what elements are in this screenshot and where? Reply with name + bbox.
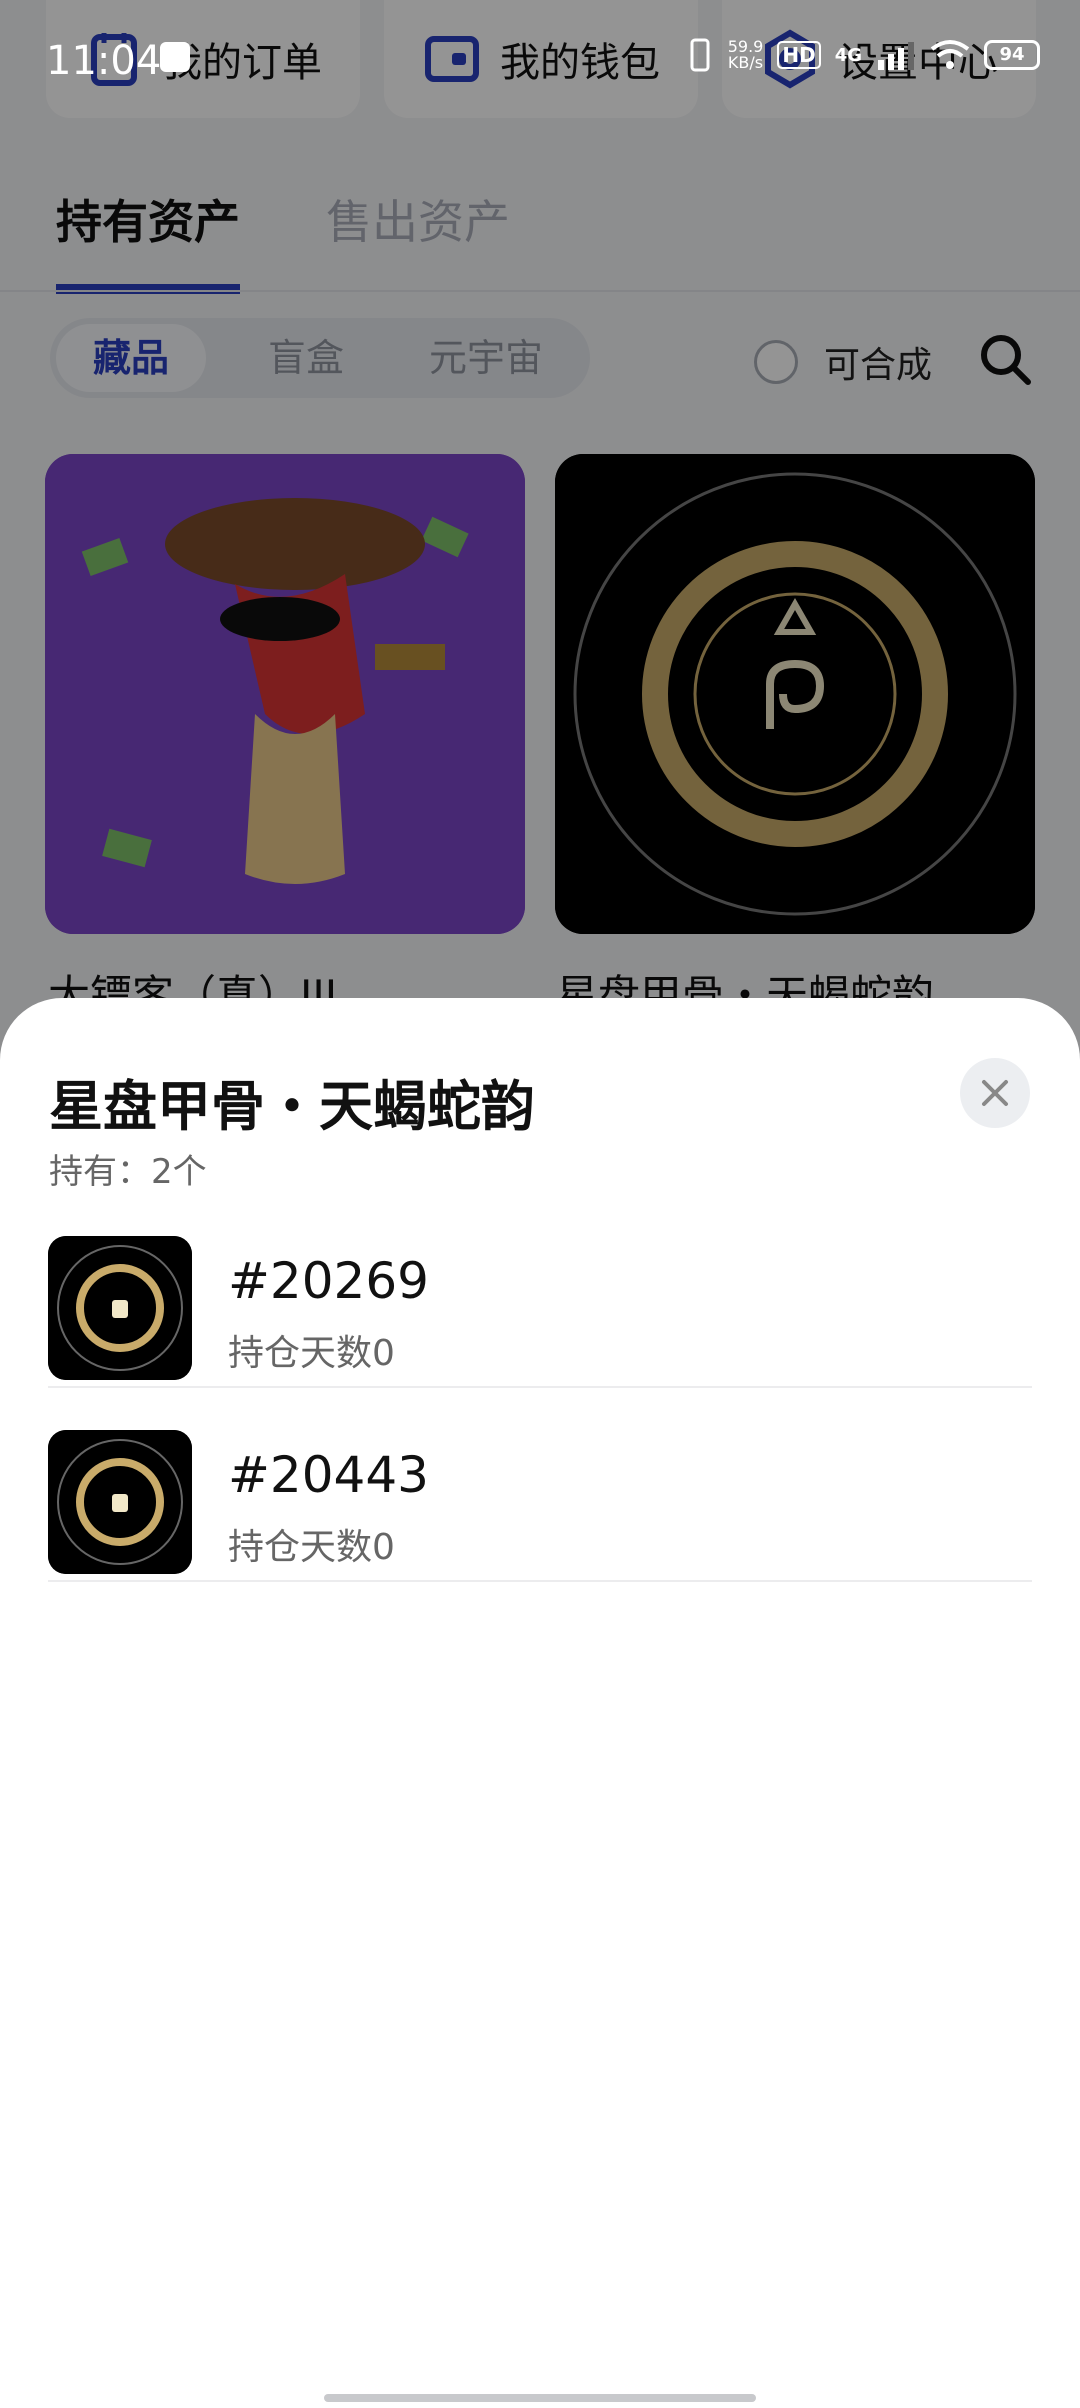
close-icon <box>982 1080 1008 1106</box>
hd-icon: HD <box>777 41 821 69</box>
holding-item[interactable]: #20269 持仓天数0 <box>48 1194 1032 1388</box>
signal-icon <box>878 42 914 70</box>
network-type: 4G <box>834 44 862 66</box>
item-thumbnail <box>48 1430 192 1574</box>
status-bar: 11:04 59.9 KB/s HD 4G 94 <box>0 0 1080 120</box>
holding-item[interactable]: #20443 持仓天数0 <box>48 1388 1032 1582</box>
status-time: 11:04 <box>46 38 162 84</box>
item-id: #20269 <box>228 1252 429 1310</box>
app-notification-icon <box>160 42 190 72</box>
battery-icon: 94 <box>984 40 1040 70</box>
vibrate-icon <box>690 38 710 72</box>
wifi-icon <box>930 40 970 69</box>
holdings-sheet: 星盘甲骨・天蝎蛇韵 持有：2个 #20269 持仓天数0 #20443 持仓天数… <box>0 998 1080 2408</box>
status-icons: 59.9 KB/s HD 4G 94 <box>686 38 1040 72</box>
home-indicator[interactable] <box>324 2394 756 2402</box>
zodiac-thumbnail-image <box>48 1236 192 1380</box>
zodiac-thumbnail-image <box>48 1430 192 1574</box>
holding-days: 持仓天数0 <box>228 1333 395 1374</box>
sheet-title: 星盘甲骨・天蝎蛇韵 <box>49 1075 535 1138</box>
network-speed: 59.9 KB/s <box>727 37 764 72</box>
close-button[interactable] <box>960 1058 1030 1128</box>
item-id: #20443 <box>228 1446 429 1504</box>
holding-count: 持有：2个 <box>49 1152 207 1192</box>
item-thumbnail <box>48 1236 192 1380</box>
holding-days: 持仓天数0 <box>228 1527 395 1568</box>
